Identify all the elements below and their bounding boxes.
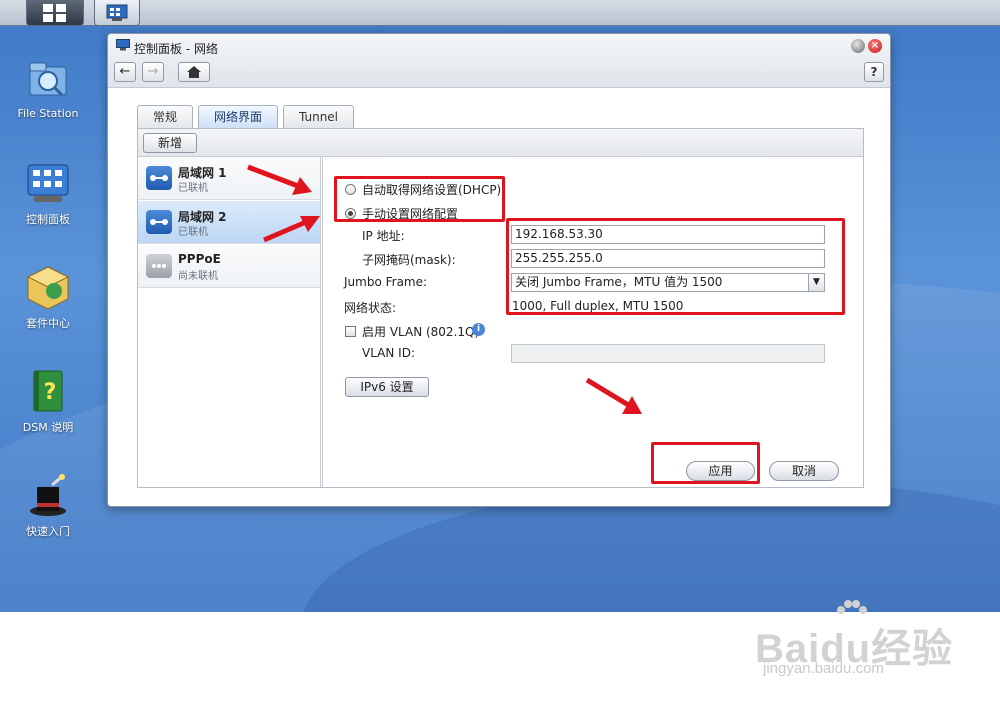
control-panel-icon <box>27 164 69 202</box>
arrow-icon <box>263 216 320 243</box>
home-button[interactable] <box>178 62 210 82</box>
svg-text:?: ? <box>44 380 57 405</box>
arrow-icon <box>247 164 312 195</box>
magic-hat-icon <box>30 473 66 516</box>
help-book-icon: ? <box>33 370 63 412</box>
window-title: 控制面板 - 网络 <box>134 42 218 56</box>
package-center-icon <box>26 266 70 310</box>
desktop-icon-label: 控制面板 <box>26 213 70 226</box>
back-button[interactable]: ← <box>114 62 136 82</box>
network-icon <box>146 166 172 190</box>
desktop-icon-file-station[interactable]: File Station <box>0 55 96 120</box>
control-panel-icon <box>106 4 128 21</box>
interface-list: 局域网 1 已联机 局域网 2 已联机 PPPoE 尚未联机 <box>138 157 321 487</box>
taskbar <box>0 0 1000 26</box>
desktop-icon-control-panel[interactable]: 控制面板 <box>0 159 96 227</box>
desktop-icon-label: 快速入门 <box>26 525 70 538</box>
tab-tunnel[interactable]: Tunnel <box>283 105 354 128</box>
desktop-icon-package-center[interactable]: 套件中心 <box>0 263 96 331</box>
highlight-box-radio <box>334 176 505 222</box>
vlan-id-label: VLAN ID: <box>362 346 415 360</box>
interface-status: 已联机 <box>178 227 208 238</box>
add-button[interactable]: 新增 <box>143 133 197 153</box>
vlan-label: 启用 VLAN (802.1Q) <box>362 325 480 339</box>
taskbar-control-panel-button[interactable] <box>94 0 140 26</box>
arrow-right-icon: → <box>147 64 159 79</box>
interface-status: 尚未联机 <box>178 271 218 282</box>
arrow-icon <box>585 377 642 414</box>
pppoe-icon <box>146 254 172 278</box>
forward-button[interactable]: → <box>142 62 164 82</box>
file-station-icon <box>29 62 67 97</box>
tab-network-interface[interactable]: 网络界面 <box>198 105 278 128</box>
panel-toolbar: 新增 <box>138 129 863 157</box>
desktop-icon-dsm-help[interactable]: ? DSM 说明 <box>0 367 96 435</box>
minimize-button[interactable] <box>851 39 865 53</box>
close-button[interactable]: × <box>868 39 882 53</box>
desktop-icon-label: 套件中心 <box>26 317 70 330</box>
cancel-button[interactable]: 取消 <box>769 461 839 481</box>
ipv6-settings-button[interactable]: IPv6 设置 <box>345 377 429 397</box>
grid-icon <box>43 3 66 22</box>
mask-label: 子网掩码(mask): <box>362 253 456 267</box>
arrow-left-icon: ← <box>119 64 131 79</box>
desktop-icon-label: File Station <box>17 107 79 120</box>
interface-item-pppoe[interactable]: PPPoE 尚未联机 <box>138 245 320 288</box>
vlan-checkbox[interactable] <box>345 326 356 337</box>
window-titlebar: 控制面板 - 网络 × ← → ? <box>108 34 890 88</box>
vlan-id-input[interactable] <box>511 344 825 363</box>
desktop-icon-label: DSM 说明 <box>22 421 74 434</box>
desktop-icon-quick-start[interactable]: 快速入门 <box>0 471 96 539</box>
highlight-box-fields <box>506 218 845 315</box>
info-icon[interactable]: i <box>472 323 485 336</box>
network-icon <box>146 210 172 234</box>
close-icon: × <box>870 40 880 51</box>
home-icon <box>187 66 201 78</box>
jumbo-frame-label: Jumbo Frame: <box>344 275 428 289</box>
watermark-url: jingyan.baidu.com <box>763 660 884 677</box>
highlight-box-apply <box>651 442 760 484</box>
network-status-label: 网络状态: <box>344 301 397 315</box>
main-menu-button[interactable] <box>26 0 84 26</box>
ip-label: IP 地址: <box>362 229 405 243</box>
control-panel-icon <box>116 39 130 51</box>
divider <box>322 157 323 487</box>
help-button[interactable]: ? <box>864 62 884 82</box>
interface-name: PPPoE <box>178 252 221 266</box>
interface-status: 已联机 <box>178 183 208 194</box>
tab-general[interactable]: 常规 <box>137 105 193 128</box>
